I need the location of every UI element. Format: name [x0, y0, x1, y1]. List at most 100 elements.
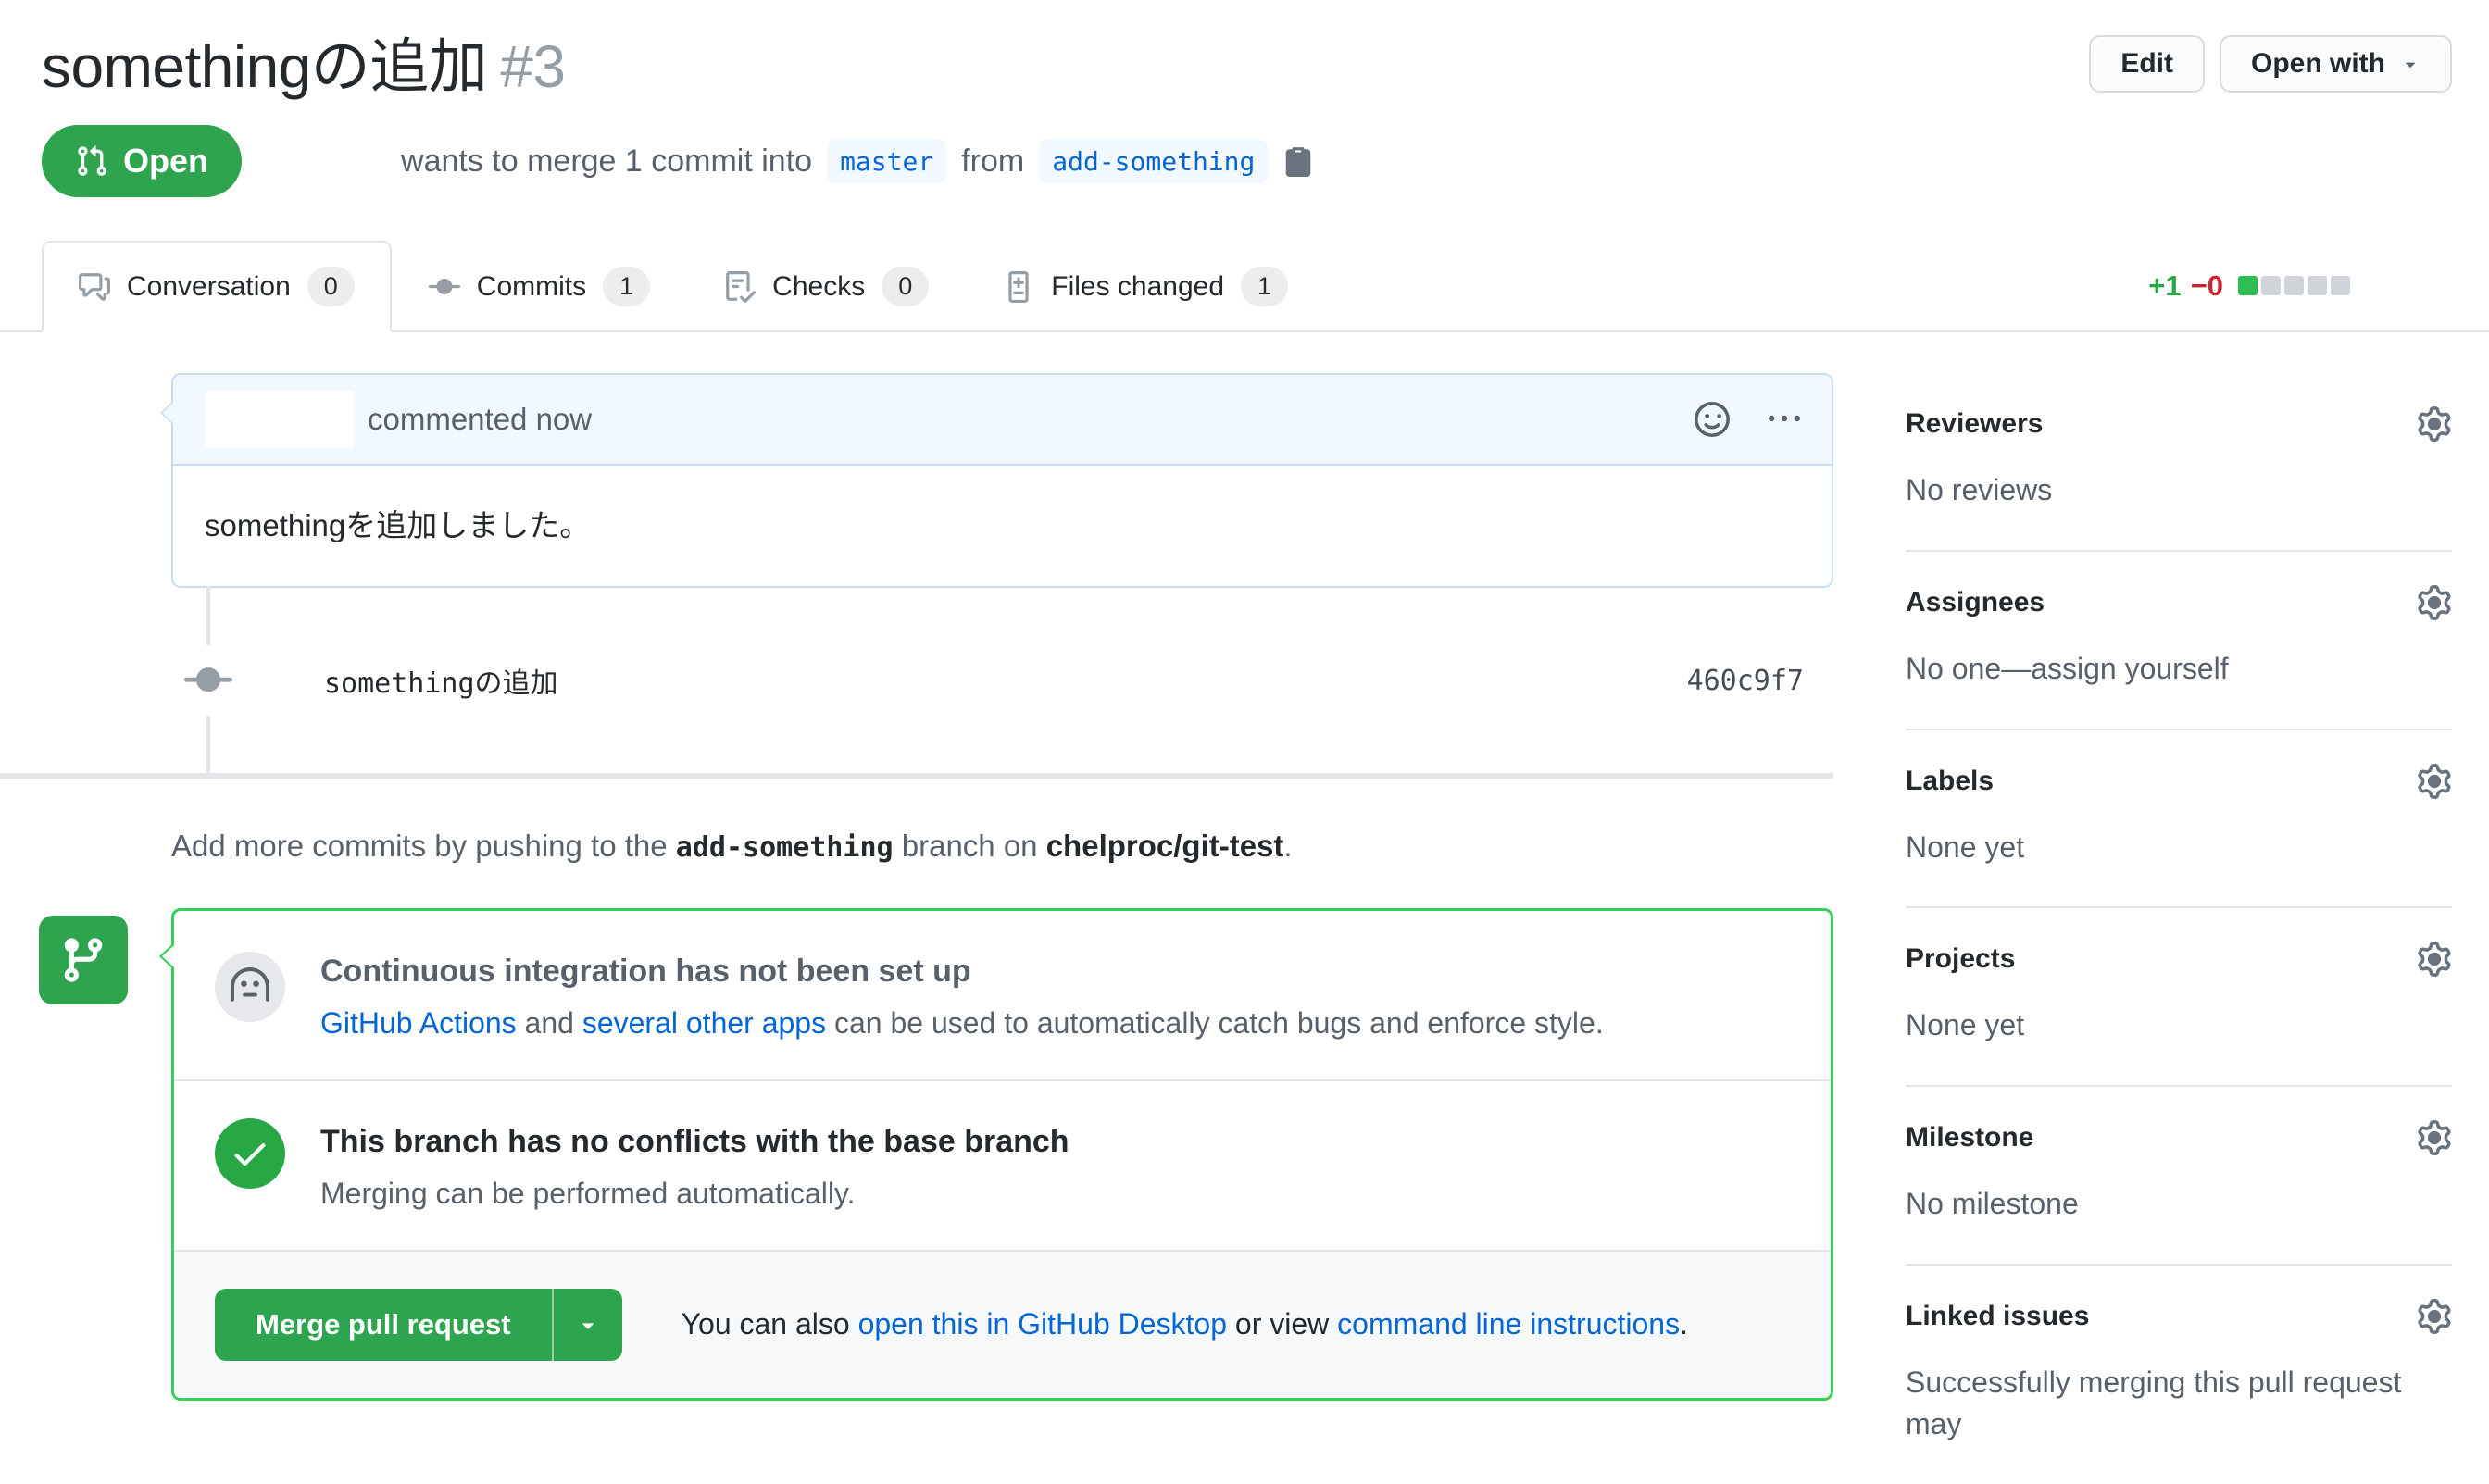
- page-title: somethingの追加#3: [42, 30, 2089, 104]
- ci-status-title: Continuous integration has not been set …: [320, 954, 1604, 990]
- ci-status-subtitle: GitHub Actions and several other apps ca…: [320, 1003, 1604, 1044]
- comment-discussion-icon: [79, 271, 110, 303]
- commit-message-link[interactable]: somethingの追加: [324, 660, 558, 701]
- ci-rest-text: can be used to automatically catch bugs …: [834, 1006, 1604, 1040]
- discussion-timeline: commented now somethingを追加しました。 somethin…: [0, 373, 1833, 1419]
- git-pull-request-icon: [75, 144, 108, 178]
- pr-state-label: Open: [123, 142, 208, 181]
- checklist-icon: [724, 271, 756, 303]
- push-hint-period: .: [1283, 829, 1292, 863]
- git-commit-icon: [429, 271, 460, 303]
- milestone-value: No milestone: [1906, 1183, 2452, 1225]
- conflicts-title: This branch has no conflicts with the ba…: [320, 1124, 1069, 1160]
- tab-conversation[interactable]: Conversation 0: [42, 241, 392, 332]
- sidebar-section-reviewers: Reviewers No reviews: [1906, 373, 2452, 552]
- tab-label: Commits: [477, 273, 586, 301]
- merge-status-icon: [39, 916, 128, 1004]
- also-pre-text: You can also: [682, 1307, 850, 1341]
- gear-icon[interactable]: [2417, 1299, 2452, 1334]
- pr-state-badge: Open: [42, 125, 242, 197]
- emoji-reaction-icon[interactable]: [1695, 402, 1730, 437]
- tab-count: 0: [882, 267, 929, 306]
- kebab-menu-icon[interactable]: [1769, 404, 1800, 435]
- other-apps-link[interactable]: several other apps: [582, 1006, 826, 1040]
- pr-number: #3: [500, 33, 565, 100]
- comment-meta: commented now: [368, 402, 592, 437]
- alternative-merge-text: You can also open this in GitHub Desktop…: [682, 1307, 1688, 1341]
- gear-icon[interactable]: [2417, 1120, 2452, 1155]
- ci-status-section: Continuous integration has not been set …: [174, 911, 1831, 1081]
- edit-button[interactable]: Edit: [2089, 35, 2205, 93]
- commit-sha-link[interactable]: 460c9f7: [1687, 665, 1804, 697]
- pr-tab-nav: Conversation 0 Commits 1 Checks 0 Files …: [0, 241, 2489, 332]
- tab-files-changed[interactable]: Files changed 1: [966, 241, 1325, 332]
- reviewers-value: No reviews: [1906, 469, 2452, 511]
- check-icon: [230, 1133, 270, 1174]
- ci-and-text: and: [525, 1006, 574, 1040]
- or-view-text: or view: [1235, 1307, 1329, 1341]
- pull-request-page: somethingの追加#3 Edit Open with Open wants…: [0, 0, 2489, 1484]
- meta-pre-text: wants to merge 1 commit into: [401, 143, 812, 180]
- sidebar-section-milestone: Milestone No milestone: [1906, 1087, 2452, 1266]
- pr-title-text: somethingの追加: [42, 33, 487, 100]
- sidebar-section-projects: Projects None yet: [1906, 908, 2452, 1087]
- linked-issues-title: Linked issues: [1906, 1301, 2089, 1332]
- push-hint-text: Add more commits by pushing to the add-s…: [171, 829, 1833, 864]
- additions-count: +1: [2148, 269, 2181, 303]
- deletions-count: −0: [2191, 269, 2223, 303]
- conflicts-subtitle: Merging can be performed automatically.: [320, 1173, 1069, 1215]
- labels-title: Labels: [1906, 766, 1994, 797]
- comment-card: commented now somethingを追加しました。: [171, 373, 1833, 588]
- tab-commits[interactable]: Commits 1: [392, 241, 687, 332]
- sidebar-section-assignees: Assignees No one—assign yourself: [1906, 552, 2452, 730]
- gear-icon[interactable]: [2417, 585, 2452, 620]
- tab-count: 0: [307, 267, 355, 306]
- linked-issues-value: Successfully merging this pull request m…: [1906, 1362, 2452, 1445]
- assignees-value[interactable]: No one—assign yourself: [1906, 648, 2452, 690]
- comment-header: commented now: [173, 375, 1832, 466]
- assignees-title: Assignees: [1906, 587, 2045, 618]
- labels-value: None yet: [1906, 827, 2452, 868]
- diffstat[interactable]: +1 −0: [2148, 269, 2350, 303]
- tab-checks[interactable]: Checks 0: [687, 241, 966, 332]
- head-branch-label: add-something: [1039, 139, 1268, 184]
- tab-label: Conversation: [127, 273, 291, 301]
- open-with-button[interactable]: Open with: [2220, 35, 2452, 93]
- sidebar-section-linked-issues: Linked issues Successfully merging this …: [1906, 1266, 2452, 1484]
- github-actions-link[interactable]: GitHub Actions: [320, 1006, 517, 1040]
- push-hint-pre: Add more commits by pushing to the: [171, 829, 668, 863]
- pr-sidebar: Reviewers No reviews Assignees No one—as…: [1906, 373, 2452, 1484]
- file-diff-icon: [1003, 271, 1034, 303]
- push-hint-mid: branch on: [902, 829, 1038, 863]
- bot-avatar: [215, 952, 285, 1022]
- git-commit-icon: [184, 645, 232, 716]
- merge-box: Continuous integration has not been set …: [171, 908, 1833, 1401]
- diffstat-blocks: [2234, 276, 2350, 295]
- git-branch-icon: [58, 935, 108, 985]
- cli-instructions-link[interactable]: command line instructions: [1337, 1307, 1680, 1341]
- tab-label: Files changed: [1051, 273, 1224, 301]
- tab-count: 1: [603, 267, 650, 306]
- gear-icon[interactable]: [2417, 764, 2452, 799]
- merge-pull-request-button[interactable]: Merge pull request: [215, 1289, 552, 1361]
- copy-branch-icon[interactable]: [1282, 145, 1314, 177]
- sidebar-section-labels: Labels None yet: [1906, 730, 2452, 909]
- push-hint-repo: chelproc/git-test: [1046, 829, 1284, 863]
- push-hint-branch: add-something: [676, 831, 894, 864]
- merge-actions-section: Merge pull request You can also open thi…: [174, 1252, 1831, 1398]
- tab-label: Checks: [772, 273, 865, 301]
- success-check-badge: [215, 1118, 285, 1189]
- conflicts-status-section: This branch has no conflicts with the ba…: [174, 1081, 1831, 1252]
- gear-icon[interactable]: [2417, 942, 2452, 977]
- github-desktop-link[interactable]: open this in GitHub Desktop: [858, 1307, 1227, 1341]
- merge-options-dropdown[interactable]: [552, 1289, 622, 1361]
- timeline-end-divider: [0, 773, 1833, 779]
- open-with-label: Open with: [2251, 48, 2385, 80]
- pr-main: commented now somethingを追加しました。 somethin…: [0, 332, 2489, 1484]
- pr-header: somethingの追加#3 Edit Open with Open wants…: [0, 0, 2489, 198]
- gear-icon[interactable]: [2417, 406, 2452, 442]
- projects-title: Projects: [1906, 943, 2015, 975]
- commit-row: somethingの追加 460c9f7: [0, 588, 1833, 773]
- meta-from-text: from: [961, 143, 1024, 180]
- reviewers-title: Reviewers: [1906, 408, 2043, 440]
